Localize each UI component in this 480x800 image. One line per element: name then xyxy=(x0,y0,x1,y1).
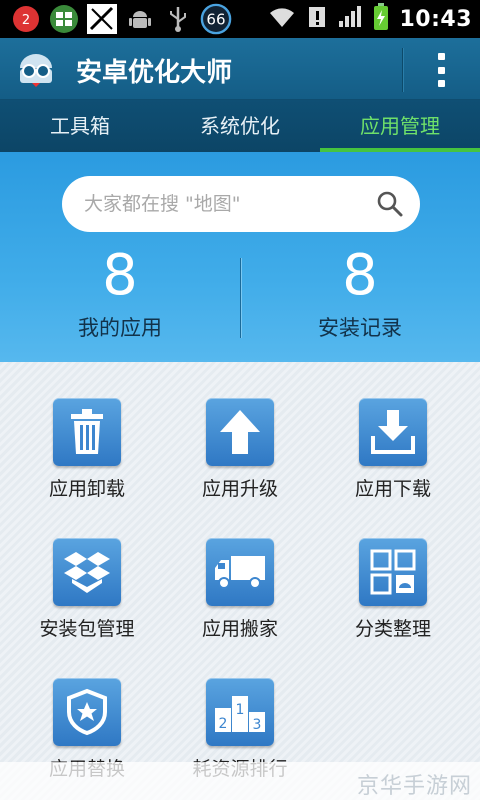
grid-label: 应用搬家 xyxy=(201,618,278,640)
grid-item-app-replace[interactable]: 应用替换 xyxy=(7,642,167,780)
grid-label: 应用卸载 xyxy=(48,478,125,500)
download-icon xyxy=(359,398,427,466)
podium-ranking-icon: 2 1 3 xyxy=(206,678,274,746)
arrow-up-icon xyxy=(206,398,274,466)
summary-panel: 8 我的应用 8 安装记录 xyxy=(0,152,480,362)
tab-system-optimize[interactable]: 系统优化 xyxy=(160,100,320,152)
watermark-bar: 京华手游网 xyxy=(0,762,480,800)
grid-item-categorize[interactable]: 分类整理 xyxy=(313,502,473,640)
wifi-icon xyxy=(267,5,297,33)
category-grid-icon xyxy=(359,538,427,606)
watermark-text: 京华手游网 xyxy=(356,774,472,799)
title-bar: 安卓优化大师 xyxy=(0,38,480,100)
tool-grid: 应用卸载 应用升级 应用下载 安装包管理 应用搬家 分类整理 2 1 3 xyxy=(0,362,480,800)
grid-item-uninstall[interactable]: 应用卸载 xyxy=(7,362,167,500)
trash-icon xyxy=(53,398,121,466)
grid-item-app-move[interactable]: 应用搬家 xyxy=(160,502,320,640)
grid-label: 安装包管理 xyxy=(39,618,135,640)
install-records-counter[interactable]: 8 安装记录 xyxy=(240,244,480,342)
overflow-menu-button[interactable] xyxy=(428,50,454,90)
my-apps-counter[interactable]: 8 我的应用 xyxy=(0,244,240,342)
my-apps-count: 8 xyxy=(102,243,138,308)
svg-text:1: 1 xyxy=(236,702,245,718)
grid-item-download[interactable]: 应用下载 xyxy=(313,362,473,500)
search-input[interactable] xyxy=(84,176,364,232)
usb-icon xyxy=(162,3,194,35)
tab-app-manage[interactable]: 应用管理 xyxy=(320,100,480,152)
svg-text:2: 2 xyxy=(22,13,30,28)
android-debug-icon xyxy=(124,3,156,35)
grid-item-package-manage[interactable]: 安装包管理 xyxy=(7,502,167,640)
grid-label: 应用升级 xyxy=(201,478,278,500)
search-box[interactable] xyxy=(62,176,420,232)
app-title: 安卓优化大师 xyxy=(76,58,233,88)
search-icon[interactable] xyxy=(376,190,404,218)
grid-item-resource-ranking[interactable]: 2 1 3 耗资源排行 xyxy=(160,642,320,780)
my-apps-label: 我的应用 xyxy=(78,316,162,340)
tab-bar: 工具箱 系统优化 应用管理 xyxy=(0,100,480,152)
grid-item-upgrade[interactable]: 应用升级 xyxy=(160,362,320,500)
truck-icon xyxy=(206,538,274,606)
optimizer-notify-icon xyxy=(48,3,80,35)
grid-label: 分类整理 xyxy=(354,618,431,640)
signal-count-icon: 66 xyxy=(200,3,232,35)
title-divider xyxy=(402,48,403,92)
tab-toolbox[interactable]: 工具箱 xyxy=(0,100,160,152)
svg-text:2: 2 xyxy=(219,716,228,732)
menu-dot-icon xyxy=(437,66,445,74)
svg-text:3: 3 xyxy=(253,717,262,733)
alert-icon xyxy=(307,5,327,33)
grid-label: 应用下载 xyxy=(354,478,431,500)
status-bar: 2 66 10:43 xyxy=(0,0,480,38)
svg-text:66: 66 xyxy=(206,11,225,29)
clock: 10:43 xyxy=(399,6,472,32)
install-records-count: 8 xyxy=(342,243,378,308)
package-box-icon xyxy=(53,538,121,606)
notification-badge-icon: 2 xyxy=(10,3,42,35)
cell-signal-icon xyxy=(337,5,363,33)
battery-charging-icon xyxy=(373,3,389,35)
android-robot-glasses-icon xyxy=(16,50,56,88)
star-shield-icon xyxy=(53,678,121,746)
tools-icon xyxy=(86,3,118,35)
menu-dot-icon xyxy=(437,53,445,60)
menu-dot-icon xyxy=(437,80,445,87)
install-records-label: 安装记录 xyxy=(318,316,402,340)
